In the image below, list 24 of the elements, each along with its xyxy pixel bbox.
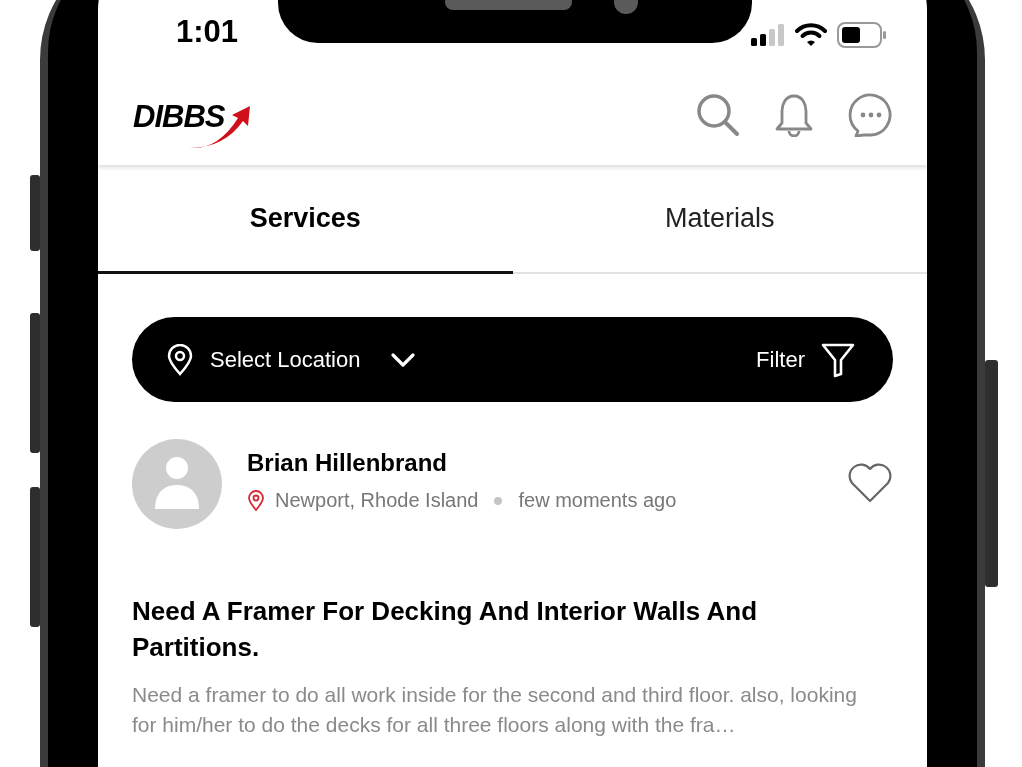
wifi-icon xyxy=(795,22,827,47)
notification-bell-icon[interactable] xyxy=(774,93,814,137)
select-location-dropdown[interactable]: Select Location xyxy=(166,343,417,376)
author-name: Brian Hillenbrand xyxy=(247,449,449,477)
battery-icon xyxy=(837,21,887,48)
status-time: 1:01 xyxy=(176,13,239,50)
location-pin-icon xyxy=(166,343,194,376)
filter-icon xyxy=(821,341,855,378)
post-description: Need a framer to do all work inside for the second and third floor. also, looking for him/her to do the decks for all three floors along with the fra… xyxy=(132,682,858,738)
search-icon[interactable] xyxy=(696,93,740,137)
location-pin-icon xyxy=(247,489,265,512)
heart-icon[interactable] xyxy=(847,463,893,503)
chevron-down-icon xyxy=(390,351,417,368)
post-title: Need A Framer For Decking And Interior Walls And Partitions. xyxy=(132,595,759,664)
separator-dot-icon xyxy=(494,496,503,505)
chat-icon[interactable] xyxy=(848,93,894,137)
avatar-icon xyxy=(132,439,222,529)
logo-text: DIBBS xyxy=(133,100,225,132)
post-location: Newport, Rhode Island xyxy=(275,489,479,512)
tab[interactable]: Services xyxy=(98,165,513,274)
filter-button[interactable]: Filter xyxy=(756,341,855,378)
tab[interactable]: Materials xyxy=(512,165,927,274)
signal-icon xyxy=(751,23,785,46)
post-time: few moments ago xyxy=(518,489,677,512)
